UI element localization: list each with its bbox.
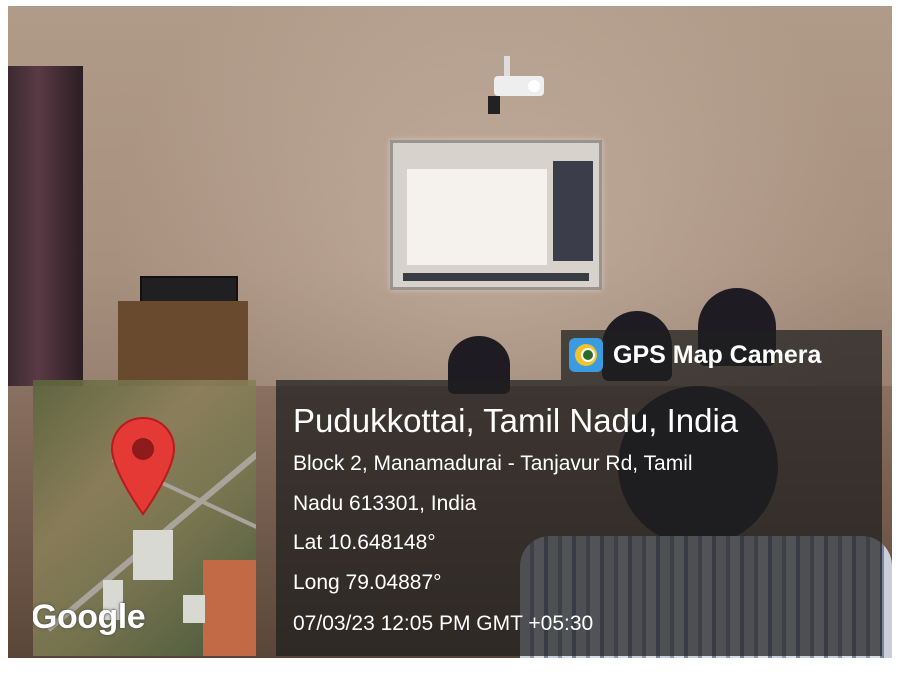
app-name: GPS Map Camera <box>613 341 822 369</box>
location-info-panel: Pudukkottai, Tamil Nadu, India Block 2, … <box>276 380 882 656</box>
datetime: 07/03/23 12:05 PM GMT +05:30 <box>293 612 594 635</box>
projector <box>488 56 544 114</box>
app-badge: GPS Map Camera <box>561 330 882 380</box>
google-logo: Google <box>33 598 146 636</box>
latitude: Lat 10.648148° <box>293 531 436 554</box>
curtain <box>8 66 83 406</box>
location-title: Pudukkottai, Tamil Nadu, India <box>293 402 739 439</box>
screen-main-pane <box>407 169 547 265</box>
screen-toolbar <box>403 273 589 281</box>
longitude: Long 79.04887° <box>293 571 442 594</box>
screen-side-panel <box>553 161 593 261</box>
map-building <box>133 530 173 580</box>
map-building <box>183 595 205 623</box>
address-line-1: Block 2, Manamadurai - Tanjavur Rd, Tami… <box>293 452 693 475</box>
gps-map-camera-app-icon <box>569 338 603 372</box>
map-field <box>203 560 256 656</box>
address-line-2: Nadu 613301, India <box>293 492 477 515</box>
projected-screen <box>390 140 602 290</box>
desk <box>118 301 248 386</box>
map-thumbnail: Google <box>33 380 256 656</box>
map-pin-icon <box>110 416 176 516</box>
